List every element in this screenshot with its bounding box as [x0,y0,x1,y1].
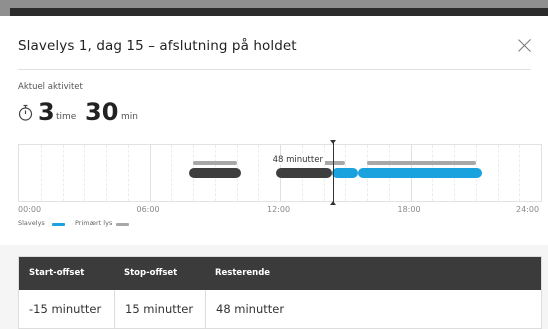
timeline-tick-label: 24:00 [516,205,540,214]
header-start-offset: Start-offset [29,268,85,278]
activity-dialog: Slavelys 1, dag 15 – afslutning på holde… [0,16,548,329]
slavelys-segment[interactable] [275,168,333,178]
timeline-gridline [106,145,107,201]
timeline-gridline [40,145,42,201]
timeline-cursor-label: 48 minutter [270,155,325,165]
timeline-cursor[interactable] [332,141,334,205]
timeline-axis: 00:00 06:00 12:00 18:00 24:00 [0,205,548,217]
timeline-gridline [62,145,64,201]
timeline-tick-label: 00:00 [18,205,42,214]
timeline-tick-label: 06:00 [136,205,160,214]
start-offset-value: -15 minutter [29,302,102,316]
activity-timeline[interactable]: 48 minutter [18,140,542,205]
dialog-title: Slavelys 1, dag 15 – afslutning på holde… [18,38,297,54]
primaert-lys-segment [367,161,476,165]
timeline-tick-label: 18:00 [397,205,421,214]
header-divider [18,69,531,70]
timeline-gridline [127,145,129,201]
activity-label: Aktuel aktivitet [18,82,83,92]
duration-minutes: 30 [85,98,119,126]
duration-minutes-unit: min [121,112,138,122]
timeline-cursor-top-marker [329,140,336,144]
offset-table: Start-offset Stop-offset Resterende -15 … [18,256,542,329]
timeline-gridline [258,145,260,201]
table-cell-remaining: 48 minutter [206,290,541,329]
timeline-gridline [149,145,151,201]
legend-primaert-swatch [116,223,129,226]
header-stop-offset: Stop-offset [124,268,178,278]
stopwatch-icon [18,104,33,121]
timeline-gridline [519,145,521,201]
legend-slavelys-label: Slavelys [18,219,45,227]
timeline-gridline [171,145,173,201]
remaining-value: 48 minutter [216,302,285,316]
duration-hours: 3 [38,98,55,126]
stop-offset-value: 15 minutter [125,302,194,316]
offset-table-area: Start-offset Stop-offset Resterende -15 … [0,245,548,329]
slavelys-segment[interactable] [332,168,359,178]
table-header: Start-offset Stop-offset Resterende [19,257,541,290]
legend-slavelys-swatch [52,223,65,226]
slavelys-segment[interactable] [358,168,483,178]
timeline-tick-label: 12:00 [267,205,291,214]
background-window-bar [10,8,548,16]
table-cell-start-offset: -15 minutter [19,290,115,329]
timeline-gridline [497,145,499,201]
primaert-lys-segment [193,161,237,165]
timeline-gridline [84,145,86,201]
table-cell-stop-offset: 15 minutter [115,290,206,329]
background-window-strip [0,0,548,16]
legend-primaert-label: Primært lys [75,219,113,227]
duration-hours-unit: time [56,112,77,122]
header-remaining: Resterende [215,268,271,278]
close-icon[interactable] [514,35,536,57]
slavelys-segment[interactable] [188,168,241,178]
